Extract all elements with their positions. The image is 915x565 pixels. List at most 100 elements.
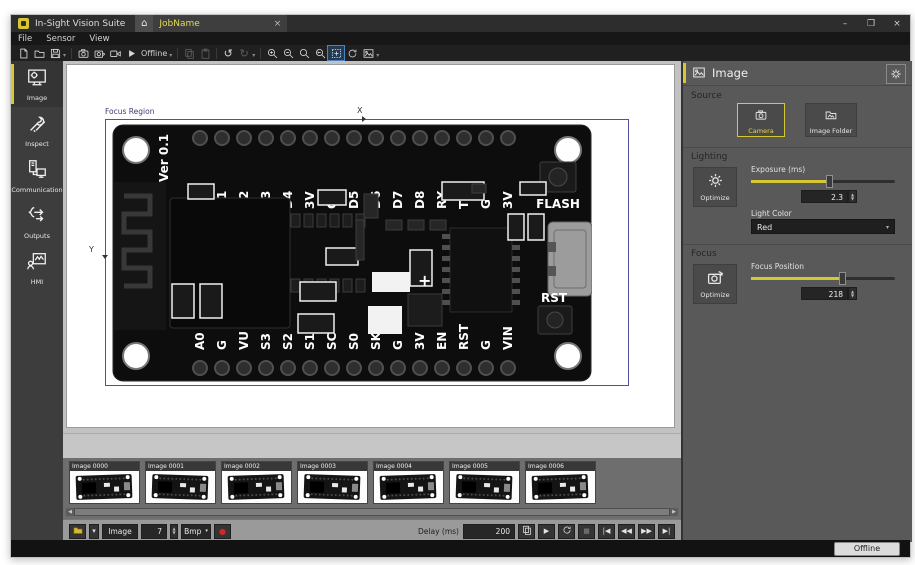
exposure-slider[interactable]	[751, 175, 895, 188]
zoom-fit-button[interactable]	[312, 46, 328, 60]
spinner-down-icon[interactable]: ▼	[851, 197, 854, 201]
canvas-zone: Focus Region X Y D0A0D1GD2VUD3S3D4S23VS1…	[63, 61, 681, 433]
menu-file[interactable]: File	[11, 34, 39, 44]
scrollbar-thumb[interactable]	[75, 509, 669, 515]
redo-button[interactable]: ↻	[236, 46, 252, 60]
copy-button[interactable]	[181, 46, 197, 60]
loop-icon	[562, 525, 572, 537]
thumbnail-0[interactable]: Image 0000	[69, 461, 140, 504]
video-icon	[110, 44, 121, 63]
exposure-value-field[interactable]: 2.3	[801, 190, 848, 203]
loop-button[interactable]	[558, 524, 575, 539]
image-canvas[interactable]: Focus Region X Y D0A0D1GD2VUD3S3D4S23VS1…	[66, 64, 675, 428]
svg-text:G: G	[215, 340, 229, 350]
light-color-dropdown[interactable]: Red ▾	[751, 219, 895, 234]
offline-mode-label[interactable]: Offline	[141, 49, 167, 58]
gear-icon	[890, 65, 902, 84]
home-button[interactable]: ⌂	[135, 15, 153, 32]
rewind-button[interactable]: ◀◀	[618, 524, 635, 539]
zoom-in-button[interactable]	[264, 46, 280, 60]
job-tab[interactable]: JobName ×	[153, 15, 287, 32]
open-image-folder-button[interactable]	[69, 524, 86, 539]
forward-button[interactable]: ▶▶	[638, 524, 655, 539]
undo-dropdown-caret[interactable]: ▾	[252, 49, 255, 59]
refresh-view-button[interactable]	[344, 46, 360, 60]
zoom-region-button[interactable]	[296, 46, 312, 60]
source-image-folder-button[interactable]: Image Folder	[805, 103, 857, 137]
format-dropdown[interactable]: Bmp▾	[181, 524, 211, 539]
record-button[interactable]: ●	[214, 524, 231, 539]
sidebar-item-outputs[interactable]: Outputs	[11, 199, 63, 245]
sidebar-item-communication[interactable]: Communication	[11, 153, 63, 199]
format-caret-icon: ▾	[205, 528, 208, 534]
record-video-button[interactable]	[107, 46, 123, 60]
thumbnail-5[interactable]: Image 0005	[449, 461, 520, 504]
run-mode-button[interactable]	[123, 46, 139, 60]
open-folder-icon	[34, 44, 45, 63]
thumbnail-6[interactable]: Image 0006	[525, 461, 596, 504]
light-optimize-icon	[707, 172, 724, 193]
image-counter-field[interactable]: 7	[141, 524, 167, 539]
spinner-down-icon[interactable]: ▼	[851, 294, 854, 298]
tool-comm-icon	[25, 158, 49, 184]
minimize-button[interactable]: –	[832, 19, 858, 29]
focus-optimize-button[interactable]: Optimize	[693, 264, 737, 304]
slider-handle[interactable]	[826, 175, 833, 188]
camera-live-icon	[94, 44, 105, 63]
zoom-out-button[interactable]	[280, 46, 296, 60]
stop-button[interactable]: ■	[578, 524, 595, 539]
fit-to-screen-button[interactable]	[328, 46, 344, 60]
save-dropdown-caret[interactable]: ▾	[63, 49, 66, 59]
thumbnail-4[interactable]: Image 0004	[373, 461, 444, 504]
folder-dropdown-caret[interactable]: ▾	[89, 524, 99, 539]
menu-view[interactable]: View	[82, 34, 116, 44]
sidebar-item-image[interactable]: Image	[11, 61, 63, 107]
new-job-button[interactable]	[15, 46, 31, 60]
slider-handle[interactable]	[839, 272, 846, 285]
image-name-field[interactable]: Image	[102, 524, 138, 539]
filmstrip-scrollbar[interactable]: ◀ ▶	[66, 508, 678, 516]
thumbnail-3[interactable]: Image 0003	[297, 461, 368, 504]
lighting-section-label: Lighting	[691, 152, 727, 162]
play-button[interactable]: ▶	[538, 524, 555, 539]
thumbnail-2[interactable]: Image 0002	[221, 461, 292, 504]
offline-status-button[interactable]: Offline	[834, 542, 900, 556]
focus-position-slider[interactable]	[751, 272, 895, 285]
menu-sensor[interactable]: Sensor	[39, 34, 82, 44]
undo-button[interactable]: ↺	[220, 46, 236, 60]
paste-button[interactable]	[197, 46, 213, 60]
light-color-label: Light Color	[751, 209, 792, 218]
view-dropdown-caret[interactable]: ▾	[376, 49, 379, 59]
live-video-button[interactable]	[91, 46, 107, 60]
skip-first-button[interactable]: |◀	[598, 524, 615, 539]
close-button[interactable]: ×	[884, 19, 910, 29]
counter-spinner[interactable]: ▲ ▼	[170, 524, 178, 539]
focus-position-spinner[interactable]: ▲ ▼	[848, 287, 857, 300]
exposure-spinner[interactable]: ▲ ▼	[848, 190, 857, 203]
open-job-button[interactable]	[31, 46, 47, 60]
scroll-right-icon[interactable]: ▶	[670, 508, 678, 516]
scroll-left-icon[interactable]: ◀	[66, 508, 74, 516]
trigger-button[interactable]	[75, 46, 91, 60]
svg-text:FLASH: FLASH	[536, 197, 580, 211]
offline-dropdown-caret[interactable]: ▾	[169, 49, 172, 59]
source-camera-button[interactable]: Camera	[737, 103, 785, 137]
show-image-button[interactable]	[360, 46, 376, 60]
sidebar-item-inspect[interactable]: Inspect	[11, 107, 63, 153]
skip-last-button[interactable]: ▶|	[658, 524, 675, 539]
step-mode-button[interactable]	[518, 524, 535, 539]
tab-close-icon[interactable]: ×	[274, 19, 282, 29]
focus-region-label: Focus Region	[105, 107, 154, 116]
lighting-optimize-button[interactable]: Optimize	[693, 167, 737, 207]
maximize-button[interactable]: ❒	[858, 19, 884, 29]
thumbnail-1[interactable]: Image 0001	[145, 461, 216, 504]
x-axis-arrow-icon	[362, 116, 366, 122]
spinner-down-icon[interactable]: ▼	[172, 531, 175, 535]
fit-screen-icon	[331, 44, 342, 63]
focus-position-value-field[interactable]: 218	[801, 287, 848, 300]
sidebar-item-hmi[interactable]: HMI	[11, 245, 63, 291]
save-job-button[interactable]	[47, 46, 63, 60]
panel-settings-button[interactable]	[886, 64, 906, 84]
delay-field[interactable]: 200	[463, 524, 515, 539]
job-tab-label: JobName	[159, 19, 273, 29]
